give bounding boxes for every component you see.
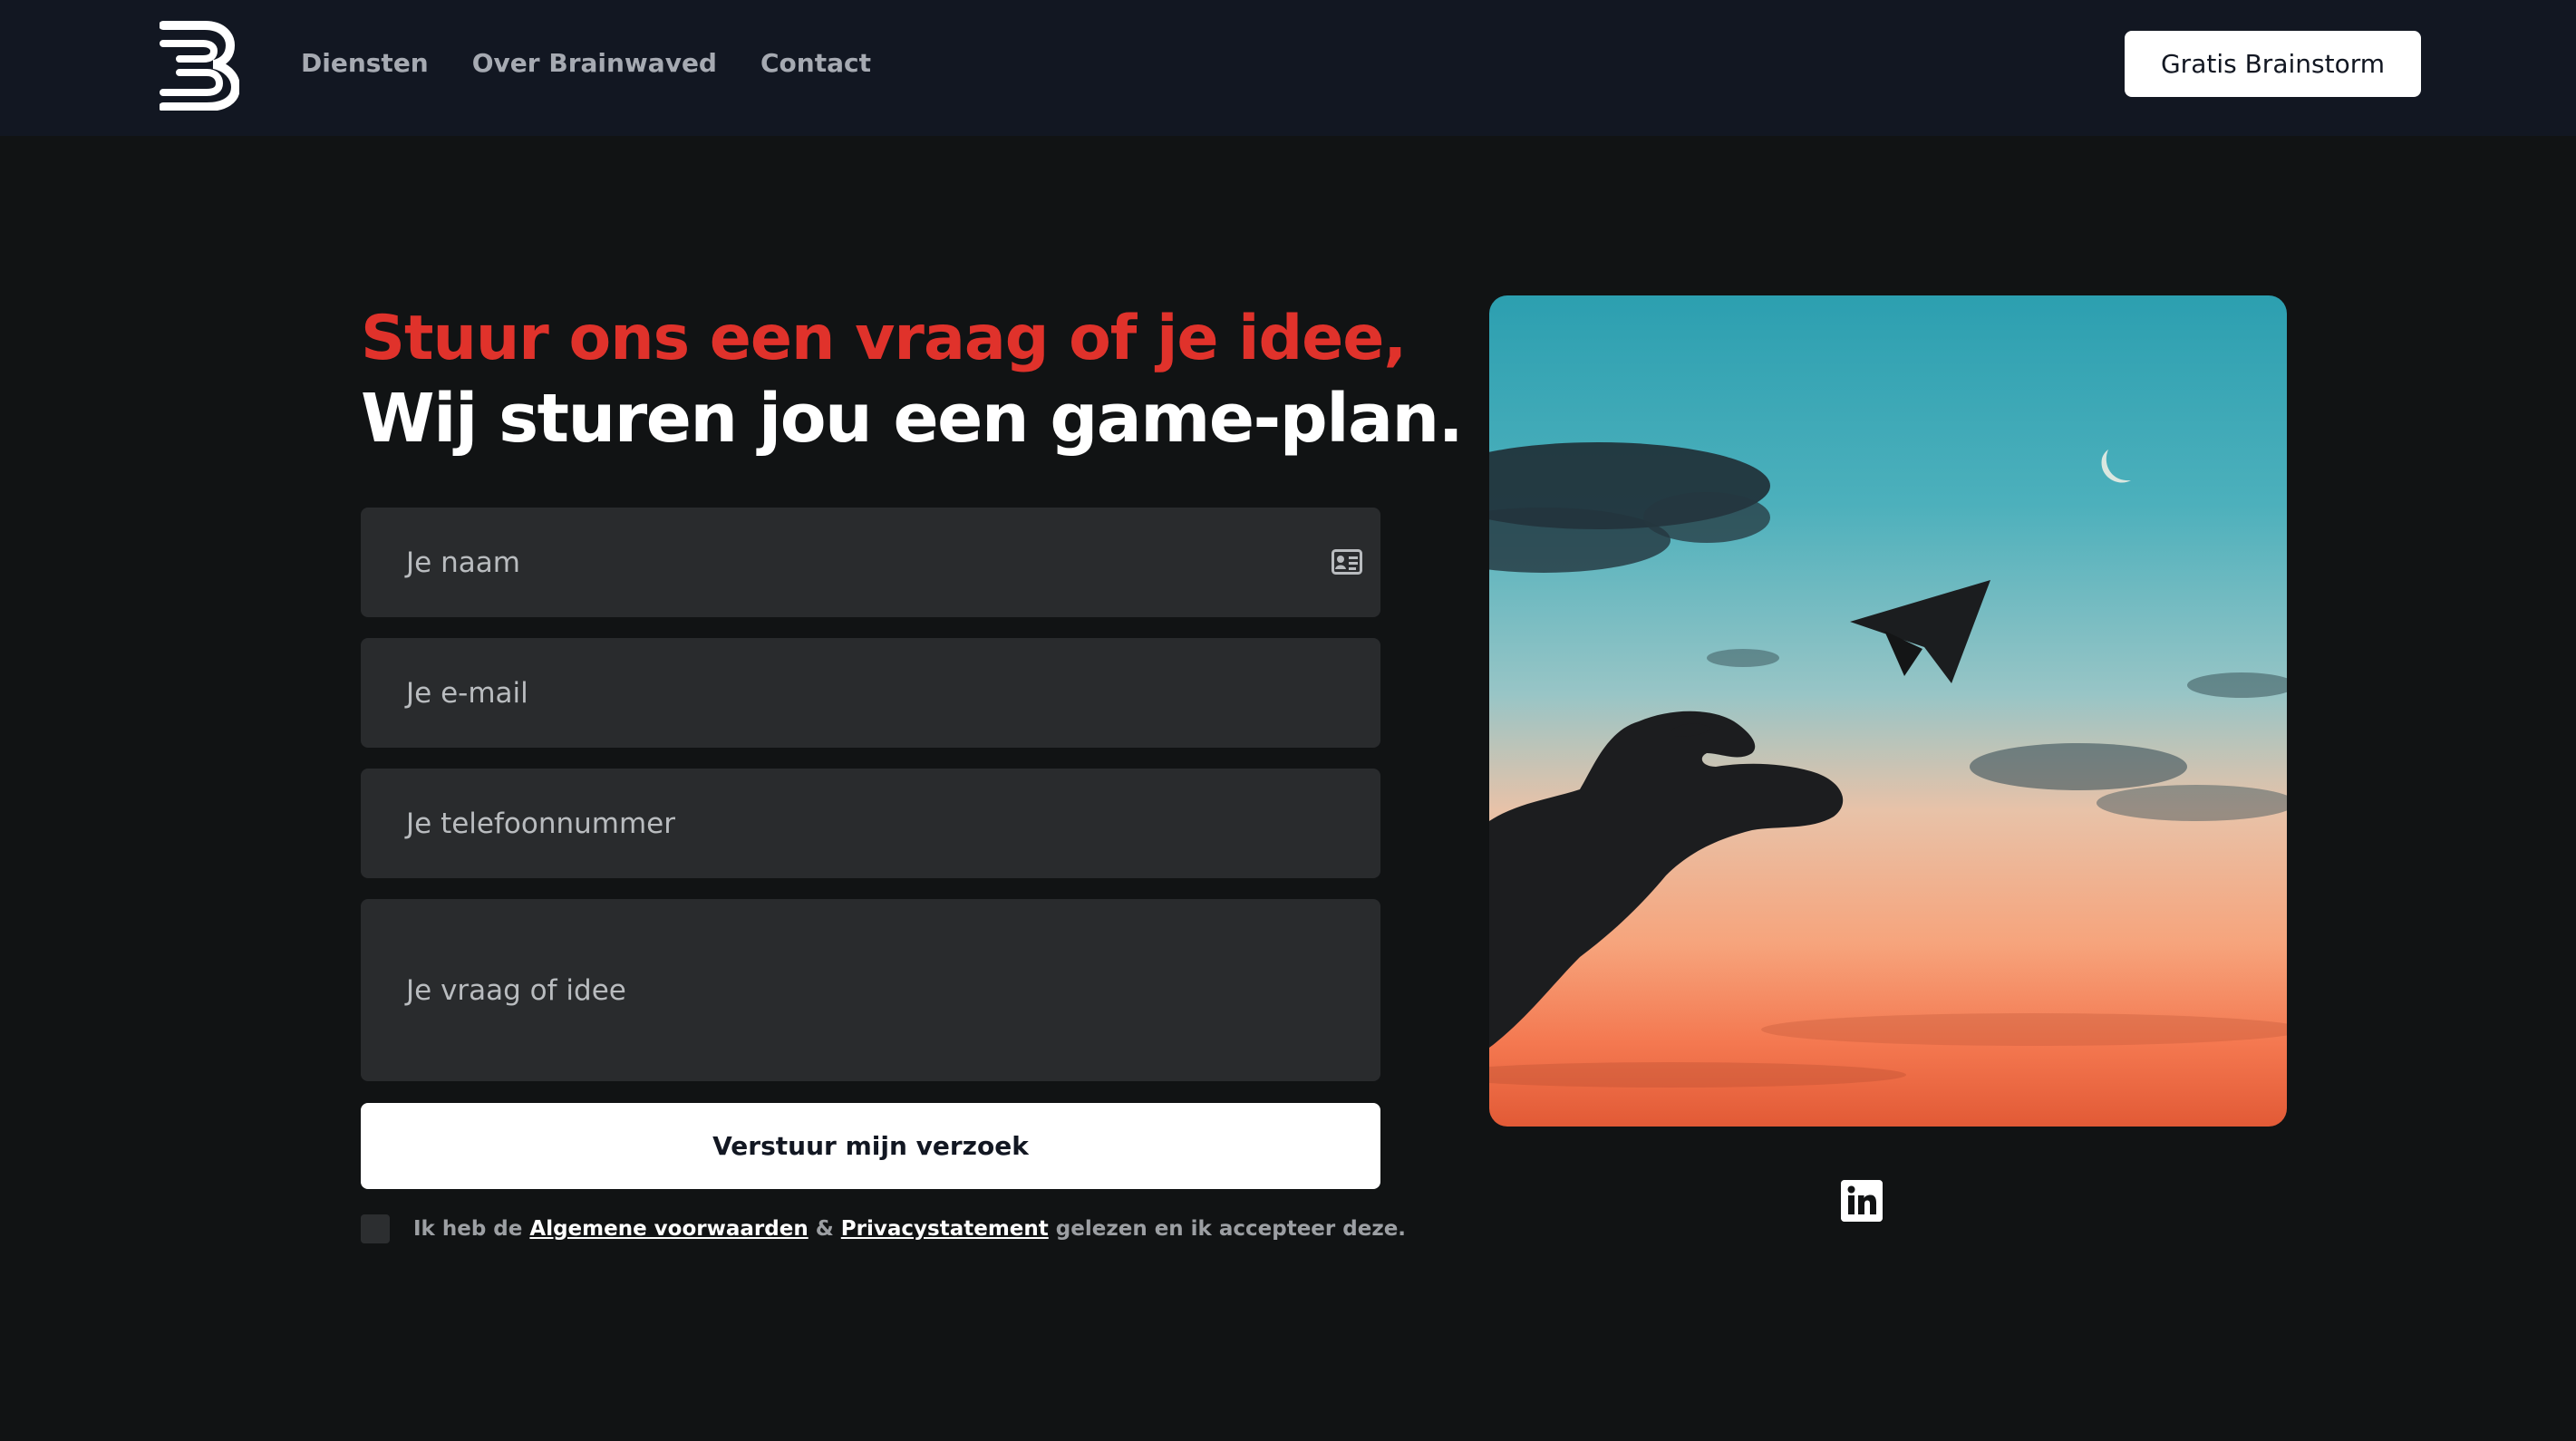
nav-link-over-brainwaved[interactable]: Over Brainwaved bbox=[472, 44, 717, 83]
submit-button[interactable]: Verstuur mijn verzoek bbox=[361, 1103, 1380, 1189]
email-placeholder: Je e-mail bbox=[406, 676, 528, 710]
phone-placeholder: Je telefoonnummer bbox=[406, 807, 675, 840]
consent-checkbox[interactable] bbox=[361, 1214, 390, 1243]
consent-row: Ik heb de Algemene voorwaarden & Privacy… bbox=[361, 1214, 1406, 1243]
terms-link[interactable]: Algemene voorwaarden bbox=[529, 1217, 808, 1241]
message-placeholder: Je vraag of idee bbox=[406, 973, 626, 1007]
nav-link-diensten[interactable]: Diensten bbox=[301, 44, 429, 83]
consent-amp: & bbox=[815, 1217, 834, 1241]
main-nav: Diensten Over Brainwaved Contact bbox=[301, 44, 871, 83]
headline-line-2: Wij sturen jou een game-plan. bbox=[361, 380, 1464, 458]
consent-text: Ik heb de Algemene voorwaarden & Privacy… bbox=[413, 1217, 1406, 1241]
site-header: Diensten Over Brainwaved Contact Gratis … bbox=[0, 0, 2576, 136]
linkedin-icon[interactable] bbox=[1841, 1180, 1883, 1222]
consent-prefix: Ik heb de bbox=[413, 1217, 523, 1241]
email-field[interactable]: Je e-mail bbox=[361, 638, 1380, 748]
hero-headline: Stuur ons een vraag of je idee, Wij stur… bbox=[361, 299, 1464, 459]
gratis-brainstorm-button[interactable]: Gratis Brainstorm bbox=[2125, 31, 2421, 97]
brainwaved-logo[interactable] bbox=[160, 20, 239, 111]
paper-plane-sky-image bbox=[1489, 295, 2287, 1127]
privacy-link[interactable]: Privacystatement bbox=[841, 1217, 1049, 1241]
name-placeholder: Je naam bbox=[406, 546, 520, 579]
phone-field[interactable]: Je telefoonnummer bbox=[361, 769, 1380, 878]
nav-link-contact[interactable]: Contact bbox=[760, 44, 871, 83]
name-field[interactable]: Je naam bbox=[361, 508, 1380, 617]
headline-line-1: Stuur ons een vraag of je idee, bbox=[361, 303, 1407, 374]
message-textarea[interactable]: Je vraag of idee bbox=[361, 899, 1380, 1081]
contact-card-icon bbox=[1332, 549, 1362, 575]
consent-suffix: gelezen en ik accepteer deze. bbox=[1055, 1217, 1407, 1241]
